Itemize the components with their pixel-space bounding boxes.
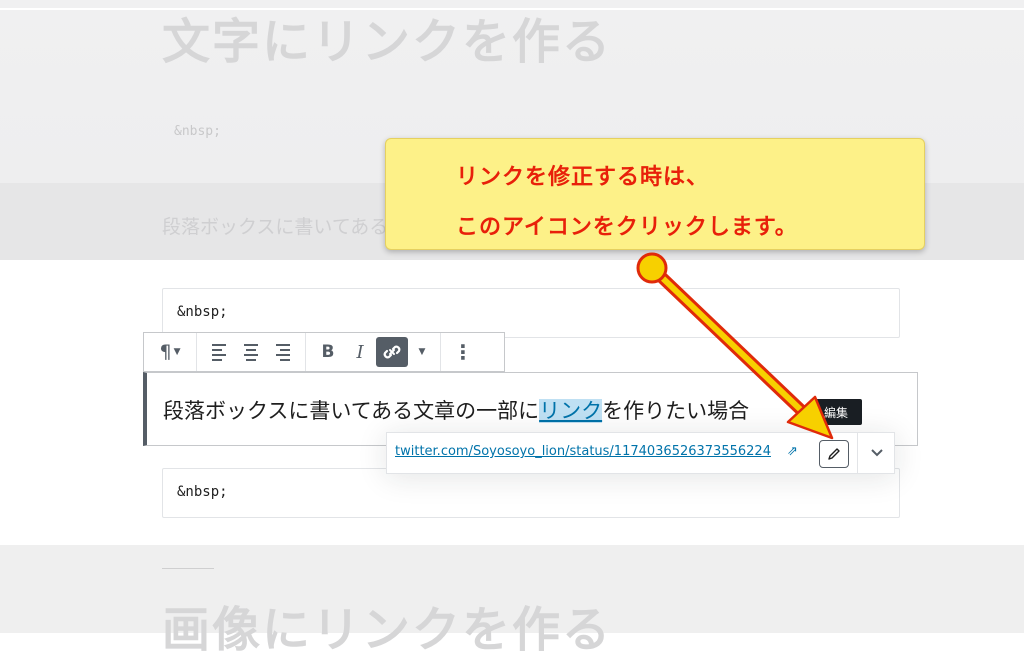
link-url[interactable]: twitter.com/Soyosoyo_lion/status/1174036… — [395, 444, 771, 459]
popover-divider — [857, 433, 858, 473]
html-block-above[interactable]: &nbsp; — [162, 288, 900, 338]
heading-faded-top: 文字にリンクを作る — [162, 14, 613, 70]
block-toolbar: ¶ ▼ B I ▼ ⋮ — [143, 332, 505, 372]
link-popover: twitter.com/Soyosoyo_lion/status/1174036… — [386, 432, 895, 474]
annotation-callout: リンクを修正する時は、 このアイコンをクリックします。 — [385, 138, 925, 250]
paragraph-icon: ¶ — [159, 341, 172, 363]
align-left-icon — [212, 343, 226, 361]
bold-icon: B — [321, 342, 335, 362]
callout-line-1: リンクを修正する時は、 — [456, 165, 710, 190]
bold-button[interactable]: B — [312, 337, 344, 367]
block-type-group: ¶ ▼ — [144, 333, 197, 371]
heading-faded-bottom: 画像にリンクを作る — [162, 602, 613, 658]
block-type-button[interactable]: ¶ ▼ — [150, 337, 190, 367]
unlink-button[interactable] — [376, 337, 408, 367]
unlink-icon — [383, 345, 401, 359]
link-settings-toggle[interactable] — [865, 441, 889, 465]
separator — [162, 568, 214, 569]
italic-button[interactable]: I — [344, 337, 376, 367]
align-center-icon — [244, 343, 258, 361]
align-left-button[interactable] — [203, 337, 235, 367]
callout-line-2: このアイコンをクリックします。 — [456, 215, 798, 240]
align-right-button[interactable] — [267, 337, 299, 367]
html-block-text: &nbsp; — [177, 304, 228, 320]
italic-icon: I — [356, 341, 364, 363]
external-link-icon[interactable]: ⇗ — [787, 444, 798, 459]
more-vertical-icon: ⋮ — [453, 340, 473, 364]
caret-down-icon: ▼ — [418, 347, 426, 357]
format-group: B I ▼ — [306, 333, 441, 371]
text-before: 段落ボックスに書いてある文章の一部に — [163, 399, 540, 423]
more-group: ⋮ — [441, 333, 485, 371]
caret-down-icon: ▼ — [173, 347, 181, 357]
pencil-icon — [828, 448, 840, 460]
nbsp-faded: &nbsp; — [174, 124, 221, 139]
paragraph-text[interactable]: 段落ボックスに書いてある文章の一部にリンクを作りたい場合 — [163, 395, 749, 425]
link-text[interactable]: リンク — [539, 399, 603, 423]
more-formats-button[interactable]: ▼ — [408, 337, 434, 367]
edit-tooltip: 編集 — [810, 399, 862, 425]
align-right-icon — [276, 343, 290, 361]
paragraph-faded: 段落ボックスに書いてある — [162, 216, 389, 238]
more-options-button[interactable]: ⋮ — [447, 337, 479, 367]
chevron-down-icon — [871, 449, 883, 457]
align-center-button[interactable] — [235, 337, 267, 367]
text-after: を作りたい場合 — [602, 399, 750, 423]
html-block-text: &nbsp; — [177, 484, 228, 500]
html-block-below[interactable]: &nbsp; — [162, 468, 900, 518]
edit-link-button[interactable] — [819, 440, 849, 468]
alignment-group — [197, 333, 306, 371]
